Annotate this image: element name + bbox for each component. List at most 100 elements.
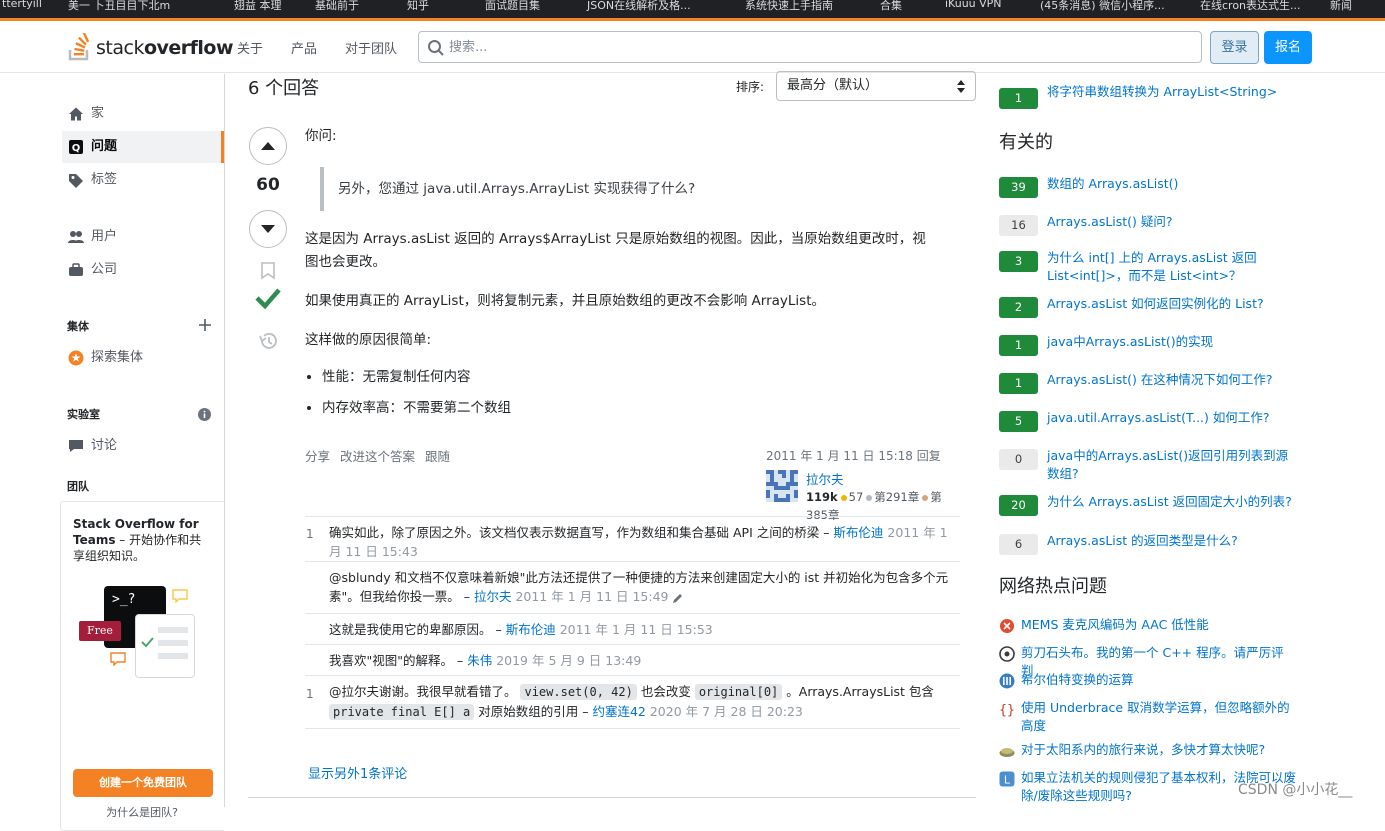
bookmark-item[interactable]: 翅益 本理 <box>234 0 282 12</box>
bookmark-item[interactable]: JSON在线解析及格... <box>587 0 691 12</box>
question-link[interactable]: MEMS 麦克风编码为 AAC 低性能 <box>1021 616 1296 634</box>
comment-item: 1 @拉尔夫谢谢。我很早就看错了。 view.set(0, 42) 也会改变 o… <box>305 676 960 729</box>
related-question[interactable]: 39 数组的 Arrays.asList() <box>999 175 1299 211</box>
question-link[interactable]: 数组的 Arrays.asList() <box>1047 175 1297 193</box>
bookmark-item[interactable]: iKuuu VPN <box>945 0 1002 11</box>
bookmark-item[interactable]: 面试题目集 <box>485 0 540 12</box>
search-input[interactable] <box>449 38 1189 56</box>
bookmark-icon[interactable] <box>260 262 276 280</box>
improve-answer-link[interactable]: 改进这个答案 <box>340 449 415 464</box>
plus-icon[interactable] <box>199 319 211 331</box>
related-question[interactable]: 3 为什么 int[] 上的 Arrays.asList 返回 List<int[… <box>999 249 1299 285</box>
sidebar-item-tags[interactable]: 标签 <box>62 164 224 196</box>
nav-products[interactable]: 产品 <box>291 38 317 57</box>
hot-network-questions-heading: 网络热点问题 <box>999 576 1107 597</box>
related-question[interactable]: 5 java.util.Arrays.asList(T...) 如何工作? <box>999 409 1299 445</box>
comment-item: @sblundy 和文档不仅意味着新娘"此方法还提供了一种便捷的方法来创建固定大… <box>305 562 960 614</box>
question-link[interactable]: Arrays.asList 如何返回实例化的 List? <box>1047 295 1297 313</box>
bookmark-item[interactable]: 在线cron表达式生... <box>1200 0 1301 12</box>
question-link[interactable]: Arrays.asList 的返回类型是什么? <box>1047 532 1297 550</box>
share-link[interactable]: 分享 <box>305 449 330 464</box>
comment-date[interactable]: 2011 年 1 月 11 日 15:53 <box>560 622 713 637</box>
answers-count-heading: 6 个回答 <box>248 78 320 99</box>
user-name-link[interactable]: 拉尔夫 <box>806 469 844 488</box>
avatar[interactable] <box>766 470 798 502</box>
labs-heading: 实验室 <box>67 408 100 421</box>
comment-author[interactable]: 朱伟 <box>467 653 492 668</box>
question-link[interactable]: java中Arrays.asList()的实现 <box>1047 333 1297 351</box>
question-link[interactable]: 为什么 int[] 上的 Arrays.asList 返回 List<int[]… <box>1047 249 1297 285</box>
comment-author[interactable]: 拉尔夫 <box>474 589 512 604</box>
related-question[interactable]: 2 Arrays.asList 如何返回实例化的 List? <box>999 295 1299 331</box>
upvote-button[interactable] <box>249 127 287 165</box>
nav-for-teams[interactable]: 对于团队 <box>345 38 397 57</box>
codegolf-icon <box>999 646 1015 662</box>
answer-intro: 你问: <box>305 128 337 144</box>
login-button[interactable]: 登录 <box>1210 31 1259 64</box>
question-link[interactable]: 为什么 Arrays.asList 返回固定大小的列表? <box>1047 493 1297 511</box>
comment-body: 这就是我使用它的卑鄙原因。 – 斯布伦迪 2011 年 1 月 11 日 15:… <box>329 620 959 639</box>
linked-question[interactable]: 1 将字符串数组转换为 ArrayList<String> <box>999 83 1299 122</box>
comment-author[interactable]: 斯布伦迪 <box>833 525 883 540</box>
comment-body: 确实如此，除了原因之外。该文档仅表示数据直写，作为数组和集合基础 API 之间的… <box>329 523 959 561</box>
teams-promo-text: Stack Overflow for Teams – 开始协作和共享组织知识。 <box>73 516 213 564</box>
bookmark-item[interactable]: 基础前于 <box>315 0 359 12</box>
comment-author[interactable]: 约塞连42 <box>592 704 645 719</box>
browser-bookmarks-bar: ttertyill 美一 卜丑目目下北m 翅益 本理 基础前于 知乎 面试题目集… <box>0 0 1385 18</box>
question-link[interactable]: 将字符串数组转换为 ArrayList<String> <box>1047 83 1297 101</box>
comment-date[interactable]: 2020 年 7 月 28 日 20:23 <box>650 704 803 719</box>
answered-timestamp[interactable]: 2011 年 1 月 11 日 15:18 回复 <box>766 447 956 464</box>
bookmark-item[interactable]: 新闻 <box>1330 0 1352 12</box>
sidebar-item-users[interactable]: 用户 <box>62 221 224 253</box>
question-link[interactable]: 希尔伯特变换的运算 <box>1021 671 1296 689</box>
related-question[interactable]: 1 java中Arrays.asList()的实现 <box>999 333 1299 369</box>
signup-button[interactable]: 报名 <box>1264 31 1312 64</box>
comment-date[interactable]: 2011 年 1 月 11 日 15:49 <box>515 589 668 604</box>
follow-link[interactable]: 跟随 <box>425 449 450 464</box>
question-link[interactable]: java中的Arrays.asList()返回引用列表到源数组? <box>1047 447 1297 483</box>
free-badge: Free <box>79 621 121 641</box>
bookmark-item[interactable]: (45条消息) 微信小程序... <box>1040 0 1165 12</box>
related-question[interactable]: 0 java中的Arrays.asList()返回引用列表到源数组? <box>999 447 1299 483</box>
history-icon[interactable] <box>258 332 278 350</box>
related-question[interactable]: 6 Arrays.asList 的返回类型是什么? <box>999 532 1299 568</box>
comment-author[interactable]: 斯布伦迪 <box>506 622 556 637</box>
sidebar-item-discussions[interactable]: 讨论 <box>62 430 224 462</box>
stackoverflow-logo[interactable]: stackoverflow <box>68 31 234 63</box>
sidebar-item-questions[interactable]: Q 问题 <box>62 131 224 163</box>
logo-text-bold: overflow <box>143 37 234 59</box>
sidebar-item-companies[interactable]: 公司 <box>62 254 224 286</box>
bookmark-item[interactable]: 知乎 <box>407 0 429 12</box>
info-icon[interactable] <box>198 408 211 421</box>
why-teams-link[interactable]: 为什么是团队? <box>61 804 223 820</box>
question-score-badge: 1 <box>999 335 1038 356</box>
question-link[interactable]: Arrays.asList() 疑问? <box>1047 213 1297 231</box>
comment-date[interactable]: 2019 年 5 月 9 日 13:49 <box>496 653 641 668</box>
section-divider <box>248 797 976 798</box>
question-link[interactable]: 使用 Underbrace 取消数学运算，但忽略额外的高度 <box>1021 699 1296 735</box>
sidebar-item-label: 家 <box>91 106 105 121</box>
question-link[interactable]: 对于太阳系内的旅行来说，多快才算太快呢? <box>1021 741 1296 759</box>
list-item: 性能：无需复制任何内容 <box>322 367 511 398</box>
related-question[interactable]: 16 Arrays.asList() 疑问? <box>999 213 1299 249</box>
checklist-icon <box>141 627 188 659</box>
bookmark-item[interactable]: ttertyill <box>2 0 42 11</box>
question-link[interactable]: Arrays.asList() 在这种情况下如何工作? <box>1047 371 1297 389</box>
bookmark-item[interactable]: 美一 卜丑目目下北m <box>68 0 170 12</box>
sidebar-item-explore-collectives[interactable]: 探索集体 <box>62 342 224 374</box>
discussion-icon <box>69 440 83 452</box>
search-box[interactable] <box>418 31 1202 63</box>
downvote-button[interactable] <box>249 210 287 248</box>
sidebar-item-home[interactable]: 家 <box>62 98 224 130</box>
create-free-team-button[interactable]: 创建一个免费团队 <box>73 769 213 797</box>
bookmark-item[interactable]: 合集 <box>880 0 902 12</box>
nav-about[interactable]: 关于 <box>237 38 263 57</box>
show-more-comments-link[interactable]: 显示另外1条评论 <box>308 763 407 782</box>
sort-select[interactable]: 最高分（默认） <box>776 71 976 101</box>
related-question[interactable]: 20 为什么 Arrays.asList 返回固定大小的列表? <box>999 493 1299 529</box>
related-question[interactable]: 1 Arrays.asList() 在这种情况下如何工作? <box>999 371 1299 407</box>
question-link[interactable]: java.util.Arrays.asList(T...) 如何工作? <box>1047 409 1297 427</box>
comment-body: 我喜欢"视图"的解释。 – 朱伟 2019 年 5 月 9 日 13:49 <box>329 651 959 670</box>
bookmark-item[interactable]: 系统快速上手指南 <box>745 0 833 12</box>
chat-bubble-icon <box>110 652 126 666</box>
